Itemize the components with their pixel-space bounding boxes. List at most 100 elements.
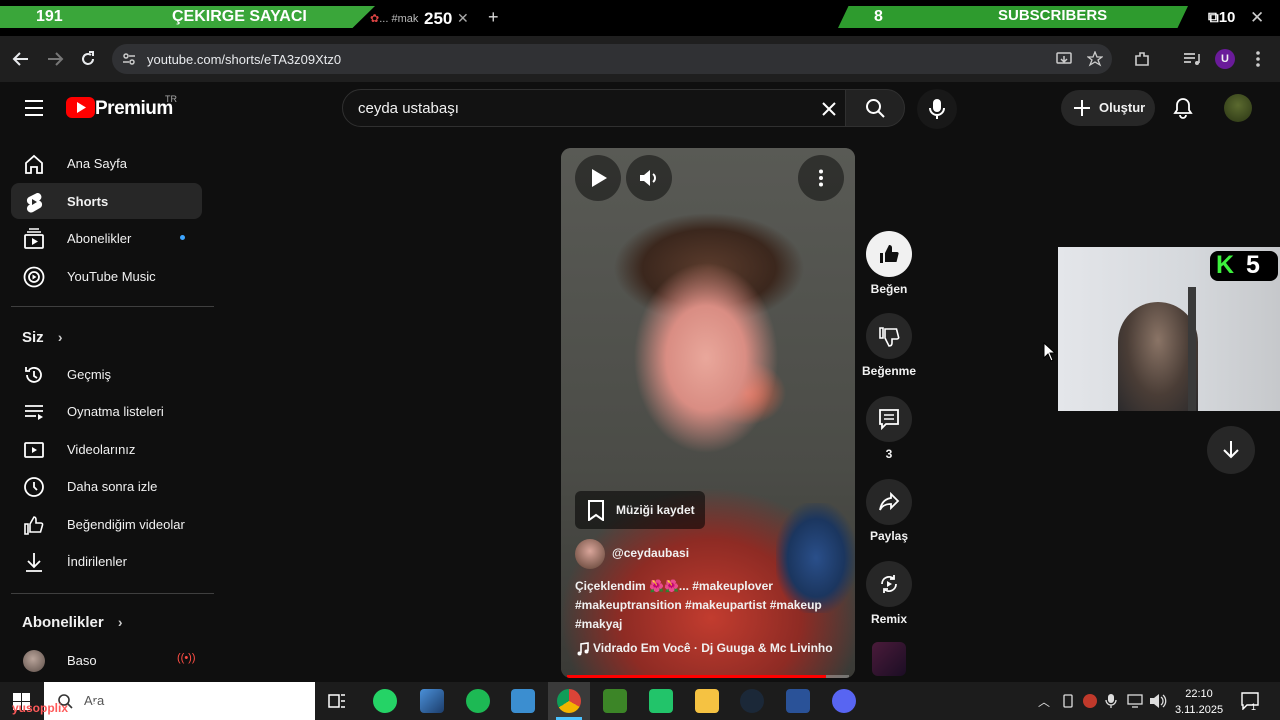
shorts-video-player[interactable]: Müziği kaydet @ceydaubasi Çiçeklendim 🌺🌺… <box>561 148 855 678</box>
forward-icon[interactable] <box>46 50 64 68</box>
extensions-icon[interactable] <box>1133 50 1151 68</box>
reload-icon[interactable] <box>79 50 97 68</box>
channel-avatar[interactable] <box>575 539 605 569</box>
save-music-button[interactable]: Müziği kaydet <box>575 491 705 529</box>
browser-toolbar: youtube.com/shorts/eTA3z09Xtz0 U <box>0 36 1280 82</box>
thumbs-up-icon <box>880 245 899 263</box>
network-app-icon[interactable] <box>786 689 810 713</box>
sidebar-item-your-videos[interactable]: Videolarınız <box>11 431 202 467</box>
you-section-heading[interactable]: Siz › <box>22 329 63 346</box>
sidebar-item-subscriptions[interactable]: Abonelikler <box>11 220 202 256</box>
sidebar-item-youtube-music[interactable]: YouTube Music <box>11 258 202 294</box>
whatsapp-icon[interactable] <box>373 689 397 713</box>
chat-username: yusopplix <box>12 701 69 715</box>
subscriptions-section-heading[interactable]: Abonelikler › <box>22 614 123 631</box>
media-controls-icon[interactable] <box>1183 51 1201 67</box>
file-explorer-icon[interactable] <box>695 689 719 713</box>
comments-button[interactable] <box>866 396 912 442</box>
volume-tray-icon[interactable] <box>1149 693 1167 709</box>
control-panel-icon[interactable] <box>511 689 535 713</box>
video-caption[interactable]: Çiçeklendim 🌺🌺... #makeuplover #makeuptr… <box>575 577 845 634</box>
search-input[interactable]: ceyda ustabaşı <box>342 89 846 127</box>
browser-tab-strip: 191 ÇEKIRGE SAYACI ✿... #mak 250 ✕ + 8 S… <box>0 0 1280 36</box>
browser-tab-title[interactable]: ✿... #mak <box>370 12 418 25</box>
sidebar-item-playlists[interactable]: Oynatma listeleri <box>11 393 202 429</box>
spotify-icon[interactable] <box>466 689 490 713</box>
minecraft-icon[interactable] <box>603 689 627 713</box>
notifications-bell-icon[interactable] <box>1173 97 1193 119</box>
voice-search-button[interactable] <box>917 89 957 129</box>
sidebar-item-label: Beğendiğim videolar <box>67 517 185 532</box>
discord-icon[interactable] <box>832 689 856 713</box>
next-short-button[interactable] <box>1207 426 1255 474</box>
profile-avatar[interactable]: U <box>1215 49 1235 69</box>
music-track[interactable]: Vidrado Em Você · Dj Guuga & Mc Livinho <box>593 641 833 655</box>
mute-button[interactable] <box>626 155 672 201</box>
sidebar-item-watch-later[interactable]: Daha sonra izle <box>11 468 202 504</box>
video-progress-fill <box>567 675 827 678</box>
sidebar-item-liked-videos[interactable]: Beğendiğim videolar <box>11 506 202 542</box>
battery-icon[interactable] <box>1061 694 1075 708</box>
comment-icon <box>879 409 899 430</box>
remix-button[interactable] <box>866 561 912 607</box>
region-code: TR <box>165 94 177 104</box>
bookmark-star-icon[interactable] <box>1087 51 1103 67</box>
notification-center-icon[interactable] <box>1241 692 1259 710</box>
tab-close-icon[interactable]: ✕ <box>457 10 469 27</box>
browser-menu-icon[interactable] <box>1253 50 1263 68</box>
steam-icon[interactable] <box>740 689 764 713</box>
dislike-button[interactable] <box>866 313 912 359</box>
clear-search-icon[interactable] <box>821 101 837 117</box>
taskbar-clock[interactable]: 22:10 3.11.2025 <box>1174 686 1224 718</box>
site-settings-icon[interactable] <box>122 52 136 66</box>
notification-count: 1 <box>1251 702 1257 712</box>
share-button[interactable] <box>866 479 912 525</box>
sound-thumbnail[interactable] <box>872 642 906 676</box>
sidebar-item-history[interactable]: Geçmiş <box>11 356 202 392</box>
sidebar-item-label: Shorts <box>67 194 109 209</box>
sidebar-item-label: Geçmiş <box>67 367 112 382</box>
search-button[interactable] <box>845 89 905 127</box>
video-progress-bar[interactable] <box>567 675 849 678</box>
play-button[interactable] <box>575 155 621 201</box>
history-icon <box>25 367 42 383</box>
logo-text[interactable]: Premium <box>95 98 173 120</box>
install-app-icon[interactable] <box>1056 51 1072 67</box>
window-close-icon[interactable]: ✕ <box>1250 8 1264 28</box>
chrome-taskbar-active[interactable] <box>548 682 590 720</box>
playlists-icon <box>25 405 43 420</box>
downloads-icon <box>26 553 42 572</box>
bookmark-icon <box>588 500 604 521</box>
microphone-tray-icon[interactable] <box>1105 693 1117 709</box>
more-options-button[interactable] <box>798 155 844 201</box>
task-view-icon[interactable] <box>328 692 346 710</box>
account-avatar[interactable] <box>1224 94 1252 122</box>
shorts-icon <box>26 192 43 213</box>
restore-window-icon[interactable]: ⧉10 <box>1208 9 1235 26</box>
create-button[interactable]: Oluştur <box>1061 90 1155 126</box>
like-button[interactable] <box>866 231 912 277</box>
subscription-channel-baso[interactable]: Baso ((•)) <box>11 642 202 678</box>
channel-handle[interactable]: @ceydaubasi <box>612 546 689 560</box>
stream-chat-overlay: yusopplix ad İzmirde mi oturuyon <box>12 701 207 715</box>
network-icon[interactable] <box>1127 694 1143 708</box>
app-icon[interactable] <box>420 689 444 713</box>
back-icon[interactable] <box>12 50 30 68</box>
hamburger-menu-icon[interactable] <box>24 99 44 117</box>
grasshopper-count: 191 <box>36 8 63 25</box>
share-icon <box>879 491 900 511</box>
sidebar: Ana Sayfa Shorts Abonelikler YouTube Mus… <box>0 134 215 682</box>
sidebar-item-downloads[interactable]: İndirilenler <box>11 543 202 579</box>
address-bar[interactable]: youtube.com/shorts/eTA3z09Xtz0 <box>112 44 1112 74</box>
sidebar-item-home[interactable]: Ana Sayfa <box>11 145 202 181</box>
show-hidden-icons-icon[interactable]: ︿ <box>1038 693 1050 710</box>
youtube-logo-icon[interactable] <box>66 97 95 118</box>
streaming-app-icon[interactable] <box>649 689 673 713</box>
tray-app-icon[interactable] <box>1083 694 1097 708</box>
youtube-music-icon <box>23 266 45 288</box>
like-label: Beğen <box>870 282 908 296</box>
sidebar-item-shorts[interactable]: Shorts <box>11 183 202 219</box>
new-tab-icon[interactable]: + <box>488 7 499 28</box>
new-content-dot <box>180 235 185 240</box>
remix-icon <box>881 575 897 593</box>
